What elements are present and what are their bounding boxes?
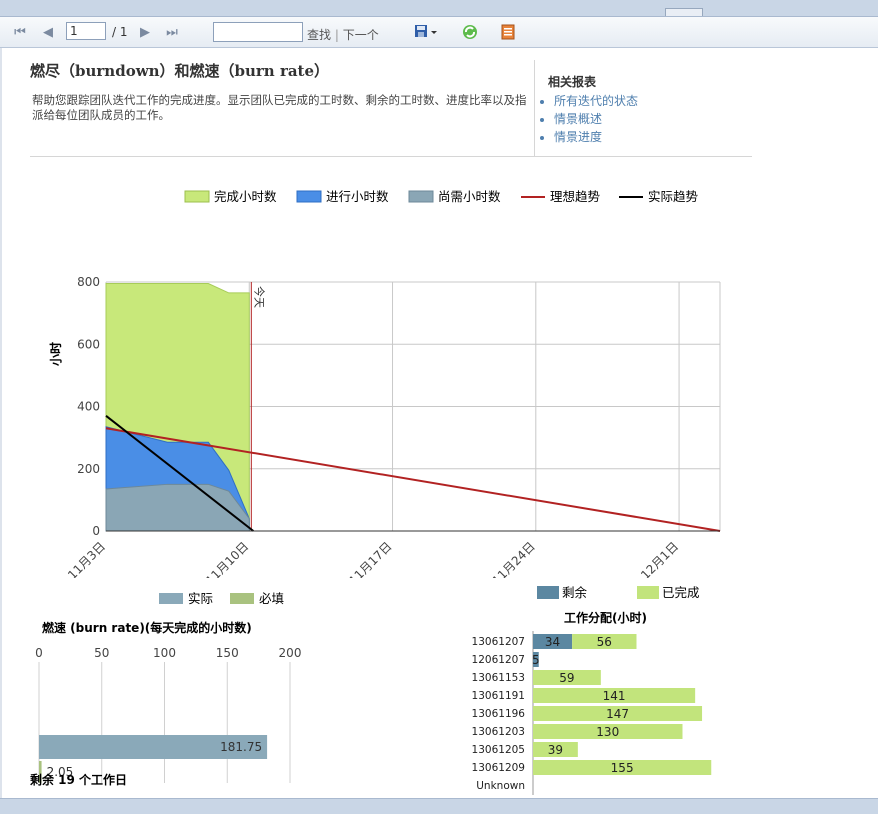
burn-rate-tick-label: 200	[279, 646, 302, 660]
header-divider	[30, 156, 752, 157]
report-description: 帮助您跟踪团队迭代工作的完成进度。显示团队已完成的工时数、剩余的工时数、进度比率…	[32, 93, 527, 122]
work-completed-value: 141	[603, 689, 626, 703]
work-allocation-category: 13061209	[472, 762, 525, 774]
legend-swatch-required	[230, 593, 254, 604]
legend-label-required-rate: 必填	[259, 591, 284, 606]
work-completed-value: 59	[559, 671, 574, 685]
legend-label-work-completed: 已完成	[662, 585, 700, 600]
work-allocation-category: 13061191	[472, 690, 525, 702]
print-layout-icon[interactable]	[498, 23, 518, 41]
y-tick-label: 400	[77, 400, 100, 414]
x-tick-label: 12月1日	[638, 539, 681, 578]
work-allocation-category: 13061207	[472, 636, 525, 648]
y-tick-label: 0	[92, 524, 100, 538]
work-completed-value: 147	[606, 707, 629, 721]
remaining-days-footer: 剩余 19 个工作日	[30, 772, 127, 787]
work-allocation-title: 工作分配(小时)	[564, 610, 647, 625]
legend-swatch-remaining	[408, 190, 434, 203]
work-allocation-category: 13061153	[472, 672, 525, 684]
burn-rate-tick-label: 0	[35, 646, 43, 660]
find-input[interactable]	[213, 22, 303, 42]
prev-page-icon[interactable]: ◀	[38, 23, 58, 41]
work-completed-value: 56	[597, 635, 612, 649]
legend-swatch-actual	[159, 593, 183, 604]
find-next-link[interactable]: 下一个	[343, 28, 379, 42]
x-tick-label: 11月3日	[65, 539, 108, 578]
burn-rate-tick-label: 150	[216, 646, 239, 660]
work-completed-value: 130	[596, 725, 619, 739]
burn-rate-tick-label: 100	[153, 646, 176, 660]
legend-label-remaining: 尚需小时数	[438, 189, 501, 204]
header-divider-vertical	[534, 60, 535, 156]
work-completed-value: 39	[548, 743, 563, 757]
burndown-legend: 完成小时数 进行小时数 尚需小时数 理想趋势 实际趋势	[184, 189, 699, 204]
legend-swatch-in-progress	[296, 190, 322, 203]
work-allocation-category: Unknown	[476, 780, 525, 792]
legend-swatch-work-remaining	[537, 586, 559, 599]
first-page-icon[interactable]: ⏮	[10, 23, 30, 41]
related-reports-heading: 相关报表	[548, 75, 597, 89]
find-link[interactable]: 查找	[307, 28, 331, 42]
work-allocation-category: 13061203	[472, 726, 525, 738]
legend-label-in-progress: 进行小时数	[326, 189, 389, 204]
window-top-strip	[0, 0, 878, 17]
burn-rate-value-label: 181.75	[220, 740, 262, 754]
legend-label-ideal: 理想趋势	[550, 189, 601, 204]
legend-swatch-work-completed	[637, 586, 659, 599]
x-tick-label: 11月24日	[489, 539, 537, 578]
burn-rate-title: 燃速 (burn rate)(每天完成的小时数)	[42, 620, 252, 635]
burn-rate-tick-label: 50	[94, 646, 109, 660]
burndown-chart: 完成小时数 进行小时数 尚需小时数 理想趋势 实际趋势 小时 0 200 400 60…	[48, 189, 721, 578]
work-allocation-category: 13061205	[472, 744, 525, 756]
work-allocation-category: 12061207	[472, 654, 525, 666]
legend-label-completed: 完成小时数	[214, 189, 277, 204]
splitter-grip[interactable]	[665, 8, 703, 16]
y-tick-label: 200	[77, 462, 100, 476]
burn-rate-legend: 实际 必填	[159, 591, 284, 606]
x-tick-label: 11月10日	[203, 539, 251, 578]
work-allocation-plot: 13061207 34 56 12061207 5 13061153 59 13061191 1…	[472, 631, 712, 795]
related-link-scenario-progress[interactable]: 情景进度	[554, 128, 638, 146]
x-tick-label: 11月17日	[346, 539, 394, 578]
y-tick-label: 800	[77, 275, 100, 289]
burn-rate-plot: 0 50 100 150 200181.752.05	[35, 646, 301, 783]
legend-label-work-remaining: 剩余	[562, 585, 588, 600]
work-remaining-value: 5	[532, 653, 540, 667]
related-link-scenario-overview[interactable]: 情景概述	[554, 110, 638, 128]
report-title: 燃尽（burndown）和燃速（burn rate）	[30, 62, 330, 80]
work-completed-value: 155	[611, 761, 634, 775]
burndown-areas	[105, 283, 250, 532]
work-remaining-value: 34	[545, 635, 560, 649]
related-link-all-iterations[interactable]: 所有迭代的状态	[554, 92, 638, 110]
find-controls: 查找 | 下一个	[307, 28, 379, 42]
export-save-icon[interactable]	[412, 23, 440, 41]
page-number-input[interactable]: 1	[66, 22, 106, 40]
today-marker-label: 今天	[252, 286, 266, 308]
legend-label-actual: 实际趋势	[648, 189, 699, 204]
refresh-icon[interactable]	[460, 23, 480, 41]
page-total: / 1	[112, 25, 128, 39]
work-allocation-legend: 剩余 已完成	[537, 585, 700, 600]
work-allocation-category: 13061196	[472, 708, 526, 720]
report-content: 燃尽（burndown）和燃速（burn rate） 帮助您跟踪团队迭代工作的完…	[2, 48, 878, 798]
legend-label-actual-rate: 实际	[188, 591, 213, 606]
y-axis-label: 小时	[48, 342, 63, 366]
y-tick-label: 600	[77, 337, 100, 351]
legend-swatch-completed	[184, 190, 210, 203]
report-toolbar: ⏮ ◀ 1 / 1 ▶ ⏭ 查找 | 下一个	[0, 17, 878, 48]
work-allocation-chart: 剩余 已完成 工作分配(小时) 13061207 34 5612061207 5130…	[472, 585, 712, 795]
burn-rate-chart: 实际 必填 燃速 (burn rate)(每天完成的小时数) 0 50 100 150…	[30, 591, 301, 787]
window-bottom-strip	[0, 798, 878, 814]
last-page-icon[interactable]: ⏭	[162, 23, 182, 41]
next-page-icon[interactable]: ▶	[135, 23, 155, 41]
area-remaining	[105, 483, 250, 532]
